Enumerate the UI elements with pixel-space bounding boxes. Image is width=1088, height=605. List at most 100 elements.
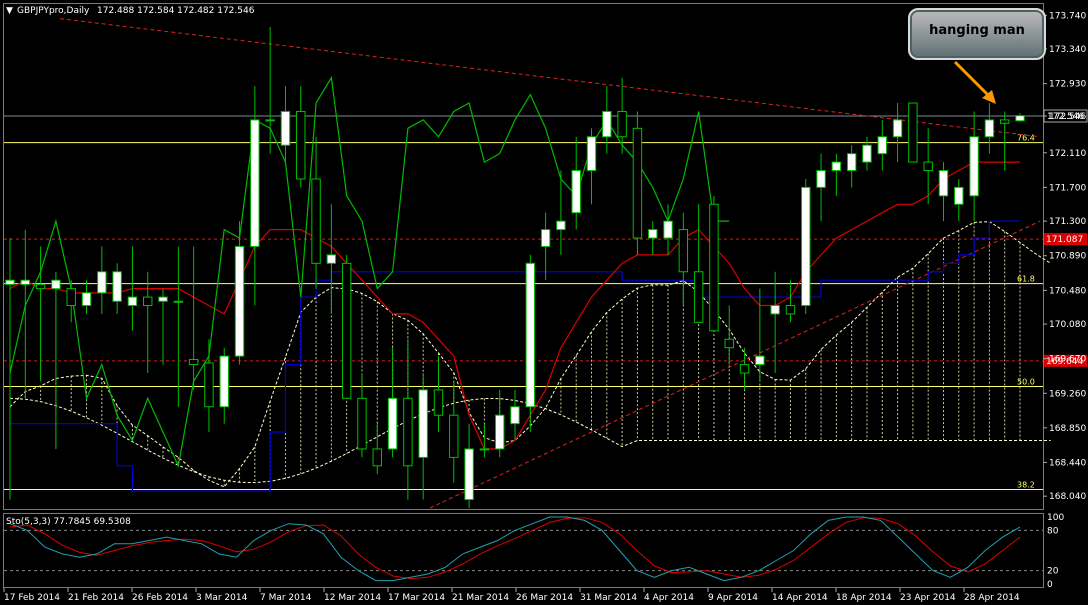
candle-bull [173, 300, 184, 303]
candle-bear [341, 262, 352, 399]
price-tick-label: 170.080 [1049, 320, 1086, 330]
date-label: 3 Mar 2014 [196, 593, 248, 603]
candle-bear [632, 127, 643, 239]
candle-bear [66, 288, 76, 307]
candle-bear [403, 397, 413, 467]
stoch-tick-label: 0 [1047, 580, 1053, 590]
date-label: 4 Apr 2014 [644, 593, 694, 603]
candle-bear [188, 359, 199, 366]
candle-bull [265, 119, 275, 122]
candle-bear [617, 110, 627, 138]
candle-bear [296, 110, 306, 180]
candle-bull [280, 110, 291, 146]
chart-window[interactable]: 172.546171.087169.64476.461.850.038.2 10… [0, 0, 1088, 605]
candle-bull [540, 229, 551, 247]
date-label: 23 Apr 2014 [900, 593, 956, 603]
chart-menu-icon[interactable]: ▼ [6, 6, 13, 16]
date-label: 26 Feb 2014 [132, 593, 188, 603]
candle-bear [785, 305, 796, 315]
candle-bull [969, 136, 979, 197]
candle-bull [663, 220, 673, 239]
candle-bull [479, 448, 490, 451]
price-tick-label: 170.480 [1049, 286, 1086, 296]
candle-bear [357, 397, 367, 450]
candle-bull [5, 279, 15, 285]
price-tick-label: 171.700 [1049, 183, 1086, 193]
candle-bear [311, 178, 321, 264]
price-tick-label: 168.040 [1049, 492, 1086, 502]
candle-bull [326, 254, 337, 264]
candle-bull [112, 271, 122, 302]
chart-ohlc: 172.488 172.584 172.482 172.546 [97, 6, 255, 16]
price-tick-label: 172.110 [1049, 149, 1086, 159]
candle-bull [250, 119, 260, 247]
callout-text: hanging man [929, 23, 1025, 38]
date-label: 7 Mar 2014 [260, 593, 312, 603]
price-tick-label: 173.740 [1049, 11, 1086, 21]
candle-bear [908, 102, 918, 163]
date-label: 17 Mar 2014 [388, 593, 445, 603]
stoch-tick-label: 100 [1047, 513, 1064, 523]
candle-bull [525, 262, 536, 408]
candle-bull [219, 355, 229, 408]
candle-bull [1015, 115, 1025, 122]
candle-bear [143, 296, 153, 307]
date-label: 14 Apr 2014 [772, 593, 828, 603]
date-label: 18 Apr 2014 [836, 593, 892, 603]
hanging-man-callout: hanging man [908, 8, 1046, 60]
candle-bull [602, 110, 612, 138]
candle-bear [449, 414, 459, 458]
date-label: 21 Feb 2014 [68, 593, 124, 603]
candle-bull [648, 229, 658, 239]
price-tick-label: 172.930 [1049, 80, 1086, 90]
stoch-tick-label: 80 [1047, 526, 1059, 536]
fib-level-label: 61.8 [1017, 275, 1035, 284]
fib-level-label: 76.4 [1017, 134, 1035, 143]
candle-bull [510, 406, 520, 425]
candle-bear [709, 203, 719, 332]
fib-level-label: 38.2 [1017, 480, 1035, 489]
candle-bull [51, 279, 61, 290]
date-label: 9 Apr 2014 [708, 593, 758, 603]
candle-bull [234, 245, 245, 357]
candle-bull [984, 119, 995, 138]
candle-bull [801, 186, 811, 307]
candle-bull [97, 271, 107, 294]
candle-bull [862, 144, 872, 163]
date-label: 26 Mar 2014 [516, 593, 573, 603]
candle-bear [923, 161, 933, 172]
candle-bear [204, 362, 214, 408]
candle-bull [770, 305, 780, 315]
candle-bull [464, 448, 474, 501]
candle-bear [372, 448, 382, 467]
candle-bear [693, 271, 704, 323]
candle-bear [724, 338, 734, 349]
candle-bear [739, 364, 750, 374]
date-label: 21 Mar 2014 [452, 593, 509, 603]
stoch-title: Sto(5,3,3) 77.7845 69.5308 [6, 517, 131, 527]
fib-level-label: 50.0 [1017, 378, 1035, 387]
date-label: 28 Apr 2014 [964, 593, 1020, 603]
price-tick-label: 168.440 [1049, 458, 1086, 468]
candle-bull [755, 355, 765, 366]
red-level-label: 171.087 [1046, 235, 1083, 245]
candle-bull [586, 136, 597, 172]
candle-bull [494, 414, 505, 450]
price-tick-label: 169.260 [1049, 389, 1086, 399]
candle-bull [387, 397, 398, 450]
price-tick-label: 171.300 [1049, 217, 1086, 227]
candle-bull [816, 170, 826, 188]
candle-bear [35, 283, 46, 290]
candle-bull [954, 186, 964, 205]
chart-title: GBPJPYpro,Daily [17, 6, 90, 16]
candle-bull [571, 170, 581, 214]
candle-bull [831, 161, 842, 172]
candle-bull [81, 292, 92, 307]
candle-bull [892, 119, 903, 138]
date-label: 17 Feb 2014 [4, 593, 60, 603]
price-tick-label: 170.890 [1049, 252, 1086, 262]
date-label: 12 Mar 2014 [324, 593, 381, 603]
price-tick-label: 172.546 [1049, 112, 1086, 122]
price-tick-label: 168.850 [1049, 424, 1086, 434]
candle-bear [678, 229, 689, 273]
